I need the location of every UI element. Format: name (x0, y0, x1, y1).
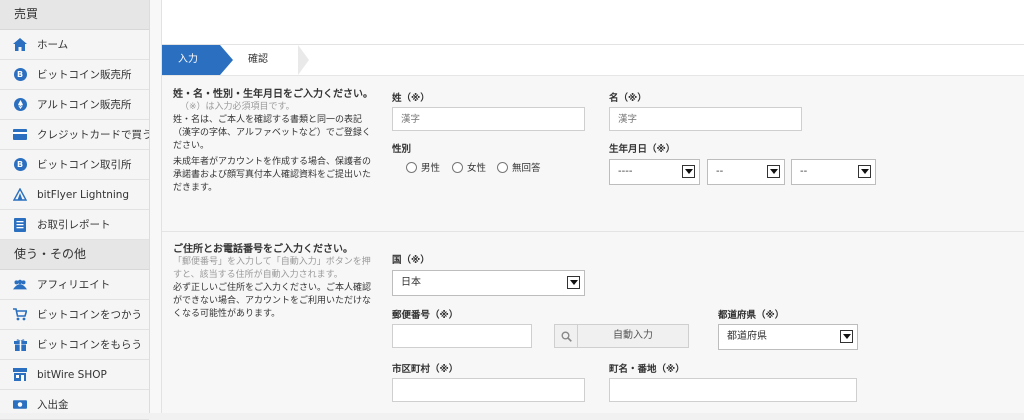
sidebar-item-label: ビットコインをつかう (37, 309, 142, 321)
sidebar-item-bitcoin-exchange[interactable]: B ビットコイン取引所 (0, 150, 149, 180)
gift-icon (13, 338, 27, 352)
street-input[interactable] (609, 378, 857, 402)
form-content: 入力 確認 姓・名・性別・生年月日をご入力ください。 （※）は入力必須項目です。… (162, 45, 1024, 413)
section-divider (162, 231, 1024, 232)
sidebar-item-label: ビットコイン販売所 (37, 69, 132, 81)
sidebar-section-trade: 売買 (0, 0, 149, 30)
postal-code-label: 郵便番号（※） (392, 310, 459, 321)
sidebar-item-use-bitcoin[interactable]: ビットコインをつかう (0, 300, 149, 330)
sidebar-item-bitcoin-sales[interactable]: B ビットコイン販売所 (0, 60, 149, 90)
first-name-input[interactable] (609, 107, 802, 131)
step-input: 入力 (162, 45, 220, 75)
chevron-down-icon (858, 165, 871, 178)
radio-label: 男性 (421, 163, 441, 174)
address-section-para: 必ず正しいご住所をご入力ください。ご本人確認ができない場合、アカウントをご利用い… (173, 283, 372, 319)
sidebar-item-bitwire-shop[interactable]: bitWire SHOP (0, 360, 149, 390)
bitcoin-icon: B (13, 158, 27, 172)
radio-circle[interactable] (497, 161, 508, 173)
name-section-para1: 姓・名は、ご本人を確認する書類と同一の表記（漢字の字体、アルファベットなど）でご… (173, 115, 371, 151)
sidebar-item-credit-card[interactable]: クレジットカードで買う (0, 120, 149, 150)
search-icon[interactable] (554, 324, 578, 348)
auto-fill-button[interactable]: 自動入力 (577, 324, 689, 348)
country-select[interactable]: 日本 (392, 270, 585, 296)
last-name-label: 姓（※） (392, 93, 430, 104)
select-value: 都道府県 (727, 331, 767, 342)
radio-circle[interactable] (452, 161, 463, 173)
sidebar-section-other: 使う・その他 (0, 240, 149, 270)
sidebar-item-label: 入出金 (37, 399, 69, 411)
last-name-input[interactable] (392, 107, 585, 131)
country-label: 国（※） (392, 255, 430, 266)
postal-code-input[interactable] (392, 324, 532, 348)
sidebar-item-label: アルトコイン販売所 (37, 99, 132, 111)
chevron-down-icon (767, 165, 780, 178)
step-input-arrow (220, 45, 233, 75)
city-label: 市区町村（※） (392, 364, 459, 375)
cart-icon (13, 308, 27, 322)
postal-auto-note: 「郵便番号」を入力して「自動入力」ボタンを押すと、該当する住所が自動入力されます… (173, 257, 371, 280)
sidebar-scroll-gutter (150, 0, 162, 413)
sidebar-item-label: ビットコイン取引所 (37, 159, 132, 171)
sidebar: 売買 ホーム B ビットコイン販売所 アルトコイン販売所 クレジットカードで買う… (0, 0, 150, 420)
gender-radio-no-answer[interactable]: 無回答 (497, 160, 541, 174)
select-value: -- (800, 166, 808, 177)
gender-radio-male[interactable]: 男性 (406, 160, 440, 174)
select-value: ---- (618, 166, 633, 177)
name-section-description: 姓・名・性別・生年月日をご入力ください。 （※）は入力必須項目です。 姓・名は、… (173, 88, 373, 195)
credit-card-icon (13, 128, 27, 142)
chevron-down-icon (567, 276, 580, 289)
chevron-down-icon (840, 330, 853, 343)
sidebar-item-affiliate[interactable]: アフィリエイト (0, 270, 149, 300)
gender-label: 性別 (392, 144, 412, 155)
sidebar-item-altcoin-sales[interactable]: アルトコイン販売所 (0, 90, 149, 120)
required-note: （※）は入力必須項目です。 (180, 102, 295, 112)
step-confirm-arrow (298, 45, 309, 75)
address-section-heading: ご住所とお電話番号をご入力ください。 (173, 244, 353, 255)
gender-radio-female[interactable]: 女性 (452, 160, 486, 174)
sidebar-item-deposit[interactable]: 入出金 (0, 390, 149, 420)
users-icon (13, 278, 27, 292)
shop-icon (13, 368, 27, 382)
money-icon (13, 398, 27, 412)
step-indicator: 入力 確認 (162, 45, 1024, 76)
radio-circle[interactable] (406, 161, 417, 173)
sidebar-item-home[interactable]: ホーム (0, 30, 149, 60)
city-input[interactable] (392, 378, 585, 402)
bitcoin-icon: B (13, 68, 27, 82)
prefecture-select[interactable]: 都道府県 (718, 324, 858, 350)
birth-day-select[interactable]: -- (791, 159, 876, 185)
report-icon (13, 217, 27, 232)
sidebar-item-label: bitWire SHOP (37, 368, 107, 381)
name-section-para2: 未成年者がアカウントを作成する場合、保護者の承諾書および顔写真付本人確認資料をご… (173, 157, 372, 193)
home-icon (13, 38, 27, 52)
sidebar-item-report[interactable]: お取引レポート (0, 210, 149, 240)
radio-label: 女性 (467, 163, 487, 174)
prefecture-label: 都道府県（※） (718, 310, 785, 321)
birth-year-select[interactable]: ---- (609, 159, 700, 185)
sidebar-item-label: ビットコインをもらう (37, 339, 142, 351)
birth-month-select[interactable]: -- (707, 159, 785, 185)
radio-label: 無回答 (512, 163, 541, 174)
sidebar-item-label: クレジットカードで買う (37, 129, 149, 141)
first-name-label: 名（※） (609, 93, 647, 104)
select-value: -- (716, 166, 724, 177)
sidebar-item-get-bitcoin[interactable]: ビットコインをもらう (0, 330, 149, 360)
chevron-down-icon (682, 165, 695, 178)
top-bar (162, 0, 1024, 45)
sidebar-item-label: お取引レポート (37, 219, 111, 231)
sidebar-item-lightning[interactable]: bitFlyer Lightning (0, 180, 149, 210)
sidebar-item-label: bitFlyer Lightning (37, 188, 130, 201)
name-section-heading: 姓・名・性別・生年月日をご入力ください。 (173, 89, 373, 100)
ethereum-icon (13, 98, 27, 112)
street-label: 町名・番地（※） (609, 364, 685, 375)
step-confirm: 確認 (236, 45, 298, 75)
sidebar-item-label: アフィリエイト (37, 279, 111, 291)
address-section-description: ご住所とお電話番号をご入力ください。 「郵便番号」を入力して「自動入力」ボタンを… (173, 243, 373, 321)
lightning-triangle-icon (13, 188, 27, 202)
select-value: 日本 (401, 277, 421, 288)
birth-date-label: 生年月日（※） (609, 144, 676, 155)
sidebar-item-label: ホーム (37, 39, 69, 51)
